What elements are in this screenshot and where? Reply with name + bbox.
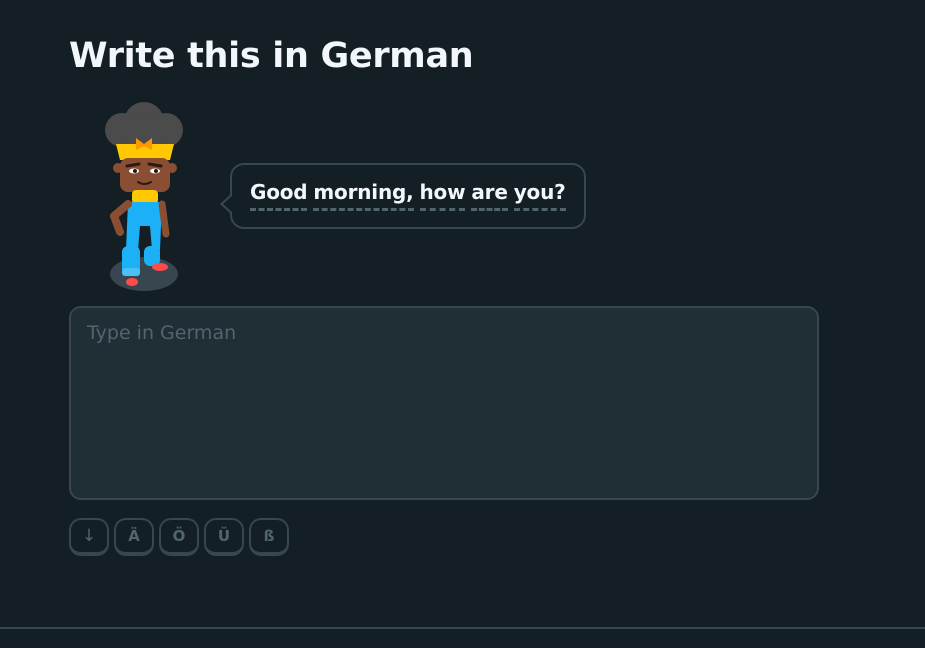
collapse-keys-button[interactable]: ↓ [69, 518, 109, 556]
key-o-umlaut[interactable]: Ö [159, 518, 199, 556]
prompt-word-morning[interactable]: morning, [313, 180, 414, 211]
speech-bubble: Good morning, how are you? [220, 163, 586, 229]
answer-input[interactable] [87, 322, 801, 484]
key-a-umlaut[interactable]: Ä [114, 518, 154, 556]
speech-bubble-tail [220, 193, 233, 215]
prompt-word-how[interactable]: how [419, 180, 466, 211]
prompt-word-are[interactable]: are [471, 180, 508, 211]
answer-field-container [69, 306, 819, 500]
footer-divider [0, 627, 925, 629]
exercise-page: Write this in German Good morning, how a… [0, 0, 925, 648]
prompt-word-good[interactable]: Good [250, 180, 308, 211]
key-eszett[interactable]: ß [249, 518, 289, 556]
key-u-umlaut[interactable]: Ü [204, 518, 244, 556]
character-avatar-icon [105, 102, 183, 291]
prompt-sentence: Good morning, how are you? [250, 180, 566, 211]
prompt-word-you[interactable]: you? [513, 180, 566, 211]
special-characters-bar: ↓ Ä Ö Ü ß [69, 518, 289, 556]
exercise-title: Write this in German [69, 36, 474, 76]
